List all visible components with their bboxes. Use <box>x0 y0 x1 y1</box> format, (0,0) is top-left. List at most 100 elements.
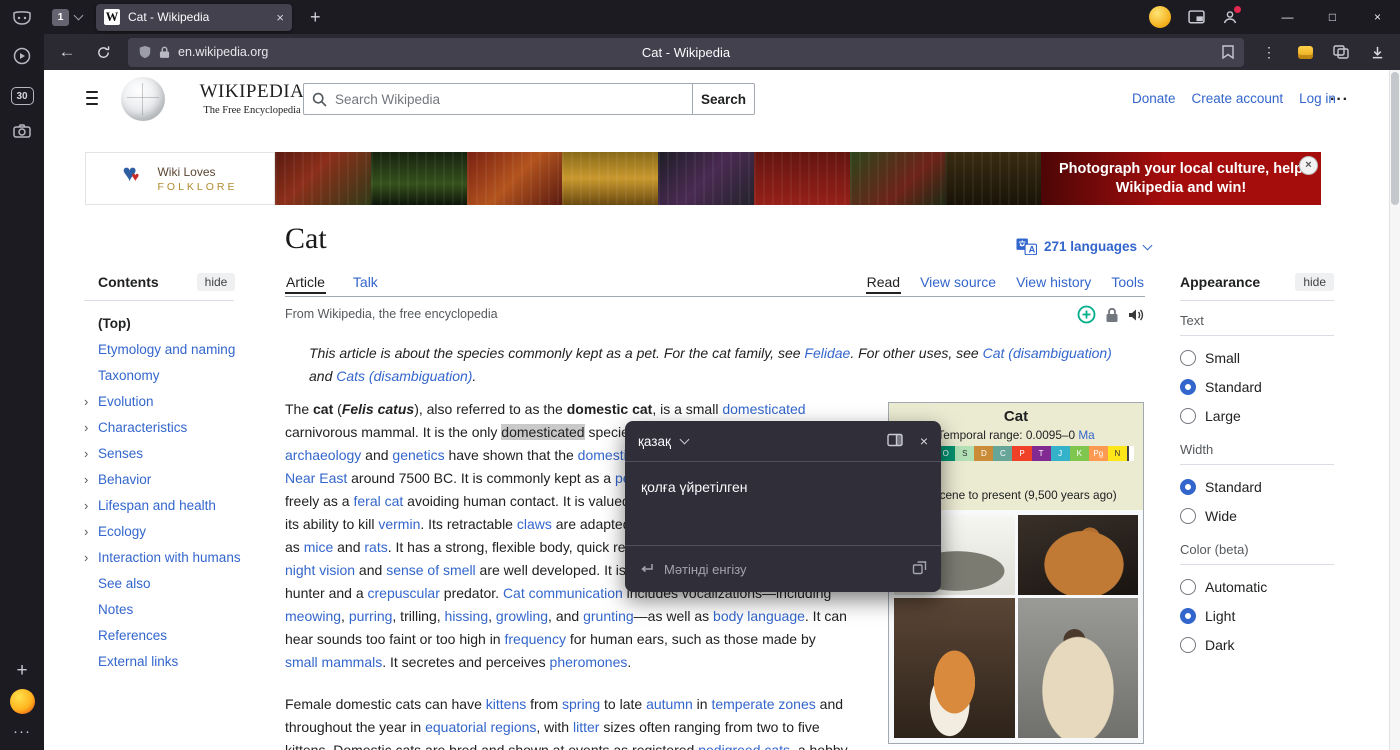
scrollbar-thumb[interactable] <box>1391 72 1399 205</box>
cat-photo-siamese[interactable] <box>1018 598 1139 738</box>
article-link[interactable]: vermin <box>378 516 420 532</box>
radio-button[interactable] <box>1180 379 1196 395</box>
article-link[interactable]: autumn <box>646 696 693 712</box>
toc-item[interactable]: Behavior <box>84 466 264 492</box>
article-view-tab[interactable]: Tools <box>1110 271 1145 294</box>
page-scrollbar[interactable] <box>1389 70 1400 750</box>
article-view-tab[interactable]: Article <box>285 271 326 294</box>
profile-avatar-button[interactable] <box>1149 6 1171 28</box>
popup-copy-button[interactable] <box>912 560 927 578</box>
back-button[interactable]: ← <box>52 38 82 66</box>
appearance-option[interactable]: Dark <box>1180 630 1334 659</box>
listen-audio-icon[interactable] <box>1128 308 1145 322</box>
article-link[interactable]: equatorial regions <box>425 719 536 735</box>
article-link[interactable]: Cat (disambiguation) <box>983 345 1112 361</box>
article-link[interactable]: archaeology <box>285 447 361 463</box>
toc-item[interactable]: Characteristics <box>84 414 264 440</box>
toc-item[interactable]: External links <box>84 648 264 674</box>
appearance-option[interactable]: Standard <box>1180 472 1334 501</box>
appearance-option[interactable]: Wide <box>1180 501 1334 530</box>
search-input[interactable] <box>333 91 684 108</box>
article-view-tab[interactable]: Read <box>866 271 901 294</box>
toc-item[interactable]: Interaction with humans <box>84 544 264 570</box>
radio-button[interactable] <box>1180 408 1196 424</box>
article-link[interactable]: pheromones <box>550 654 628 670</box>
article-link[interactable]: rats <box>364 539 387 555</box>
tab-group-chip[interactable]: 1 <box>52 9 82 26</box>
article-link[interactable]: crepuscular <box>368 585 440 601</box>
sidebar-more-button[interactable]: ··· <box>6 716 38 746</box>
appearance-option[interactable]: Light <box>1180 601 1334 630</box>
article-link[interactable]: grunting <box>583 608 634 624</box>
radio-button[interactable] <box>1180 637 1196 653</box>
banner-close-button[interactable]: × <box>1299 156 1318 175</box>
article-link[interactable]: Cat communication <box>503 585 623 601</box>
popup-close-button[interactable]: × <box>920 433 928 449</box>
languages-button[interactable]: A 271 languages <box>1010 237 1157 256</box>
green-plus-icon[interactable] <box>1077 305 1096 324</box>
appearance-option[interactable]: Large <box>1180 401 1334 430</box>
article-link[interactable]: meowing <box>285 608 341 624</box>
article-link[interactable]: purring <box>349 608 393 624</box>
article-link[interactable]: litter <box>573 719 599 735</box>
cat-photo-orange[interactable] <box>1018 515 1139 595</box>
toc-item[interactable]: Ecology <box>84 518 264 544</box>
article-link[interactable]: sense of smell <box>386 562 475 578</box>
article-view-tab[interactable]: Talk <box>352 271 379 294</box>
wikipedia-globe-logo[interactable] <box>121 77 165 121</box>
radio-button[interactable] <box>1180 579 1196 595</box>
downloads-button[interactable] <box>1362 38 1392 66</box>
article-link[interactable]: claws <box>517 516 552 532</box>
toc-item[interactable]: References <box>84 622 264 648</box>
article-link[interactable]: feral cat <box>353 493 403 509</box>
toc-item[interactable]: (Top) <box>84 310 264 336</box>
radio-button[interactable] <box>1180 350 1196 366</box>
article-link[interactable]: spring <box>562 696 600 712</box>
browser-tab[interactable]: W Cat - Wikipedia × <box>96 4 292 31</box>
bookmark-icon[interactable] <box>1222 45 1234 59</box>
article-link[interactable]: Felidae <box>804 345 850 361</box>
toc-item[interactable]: Evolution <box>84 388 264 414</box>
article-link[interactable]: growling <box>496 608 548 624</box>
toc-item[interactable]: Etymology and naming <box>84 336 264 362</box>
appearance-option[interactable]: Standard <box>1180 372 1334 401</box>
article-link[interactable]: temperate zones <box>711 696 815 712</box>
contents-hide-button[interactable]: hide <box>197 273 236 291</box>
toc-item[interactable]: Senses <box>84 440 264 466</box>
search-button[interactable]: Search <box>693 83 755 115</box>
article-link[interactable]: kittens <box>486 696 526 712</box>
sidebar-add-button[interactable]: + <box>6 656 38 686</box>
article-link[interactable]: domesticated <box>722 401 805 417</box>
picture-in-picture-button[interactable] <box>1188 10 1205 25</box>
firefox-logo-button[interactable] <box>6 686 38 716</box>
tab-close-button[interactable]: × <box>276 10 284 25</box>
article-link[interactable]: hissing <box>445 608 489 624</box>
popup-expand-button[interactable] <box>887 433 903 450</box>
header-link[interactable]: Create account <box>1192 91 1284 106</box>
toc-item[interactable]: Lifespan and health <box>84 492 264 518</box>
radio-button[interactable] <box>1180 608 1196 624</box>
toc-item[interactable]: Notes <box>84 596 264 622</box>
popup-input-placeholder[interactable]: Мәтінді енгізу <box>664 562 747 577</box>
appearance-hide-button[interactable]: hide <box>1295 273 1334 291</box>
article-link[interactable]: Ma <box>1078 428 1094 442</box>
maximize-button[interactable]: □ <box>1310 0 1355 34</box>
extension-button-1[interactable] <box>1290 38 1320 66</box>
reload-button[interactable] <box>88 38 118 66</box>
article-link[interactable]: genetics <box>392 447 444 463</box>
article-link[interactable]: body language <box>713 608 805 624</box>
extension-button-2[interactable] <box>1326 38 1356 66</box>
article-link[interactable]: Near East <box>285 470 347 486</box>
minimize-button[interactable]: — <box>1265 0 1310 34</box>
header-link[interactable]: Donate <box>1132 91 1176 106</box>
radio-button[interactable] <box>1180 508 1196 524</box>
campaign-banner[interactable]: ♥ ♥ Wiki Loves FOLKLORE Photograph <box>85 152 1321 205</box>
appearance-option[interactable]: Small <box>1180 343 1334 372</box>
article-link[interactable]: mice <box>304 539 334 555</box>
media-playback-button[interactable] <box>6 41 38 71</box>
radio-button[interactable] <box>1180 479 1196 495</box>
article-link[interactable]: pedigreed cats <box>698 742 790 750</box>
main-menu-button[interactable] <box>80 87 104 109</box>
firefox-view-button[interactable] <box>6 3 38 33</box>
article-link[interactable]: frequency <box>504 631 565 647</box>
